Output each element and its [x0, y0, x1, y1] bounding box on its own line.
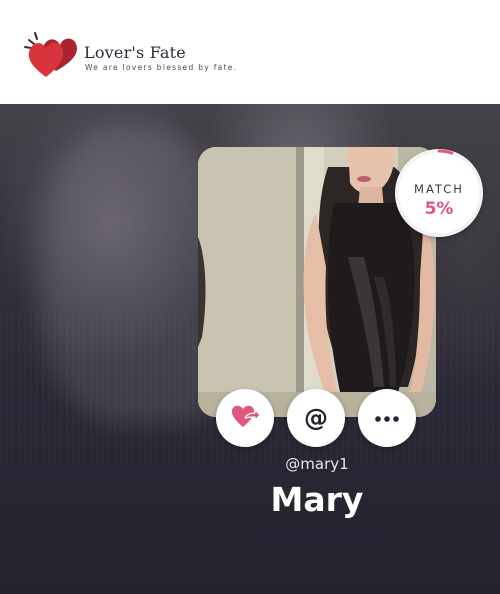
- brand-name[interactable]: Lover's Fate: [84, 43, 186, 62]
- match-badge: MATCH 5%: [395, 149, 483, 237]
- match-value: 5%: [424, 199, 454, 219]
- site-header: Lover's Fate We are lovers blessed by fa…: [0, 0, 500, 104]
- more-options-button[interactable]: [358, 389, 416, 447]
- more-dots-icon: [375, 409, 399, 427]
- brand-tagline: We are lovers blessed by fate.: [85, 63, 238, 72]
- match-label: MATCH: [414, 182, 464, 196]
- at-icon: @: [304, 404, 328, 432]
- profile-username[interactable]: @mary1: [198, 455, 436, 473]
- heart-share-icon: [230, 403, 261, 434]
- mention-button[interactable]: @: [287, 389, 345, 447]
- double-heart-icon[interactable]: [22, 27, 82, 79]
- profile-display-name: Mary: [270, 480, 364, 519]
- like-share-button[interactable]: [216, 389, 274, 447]
